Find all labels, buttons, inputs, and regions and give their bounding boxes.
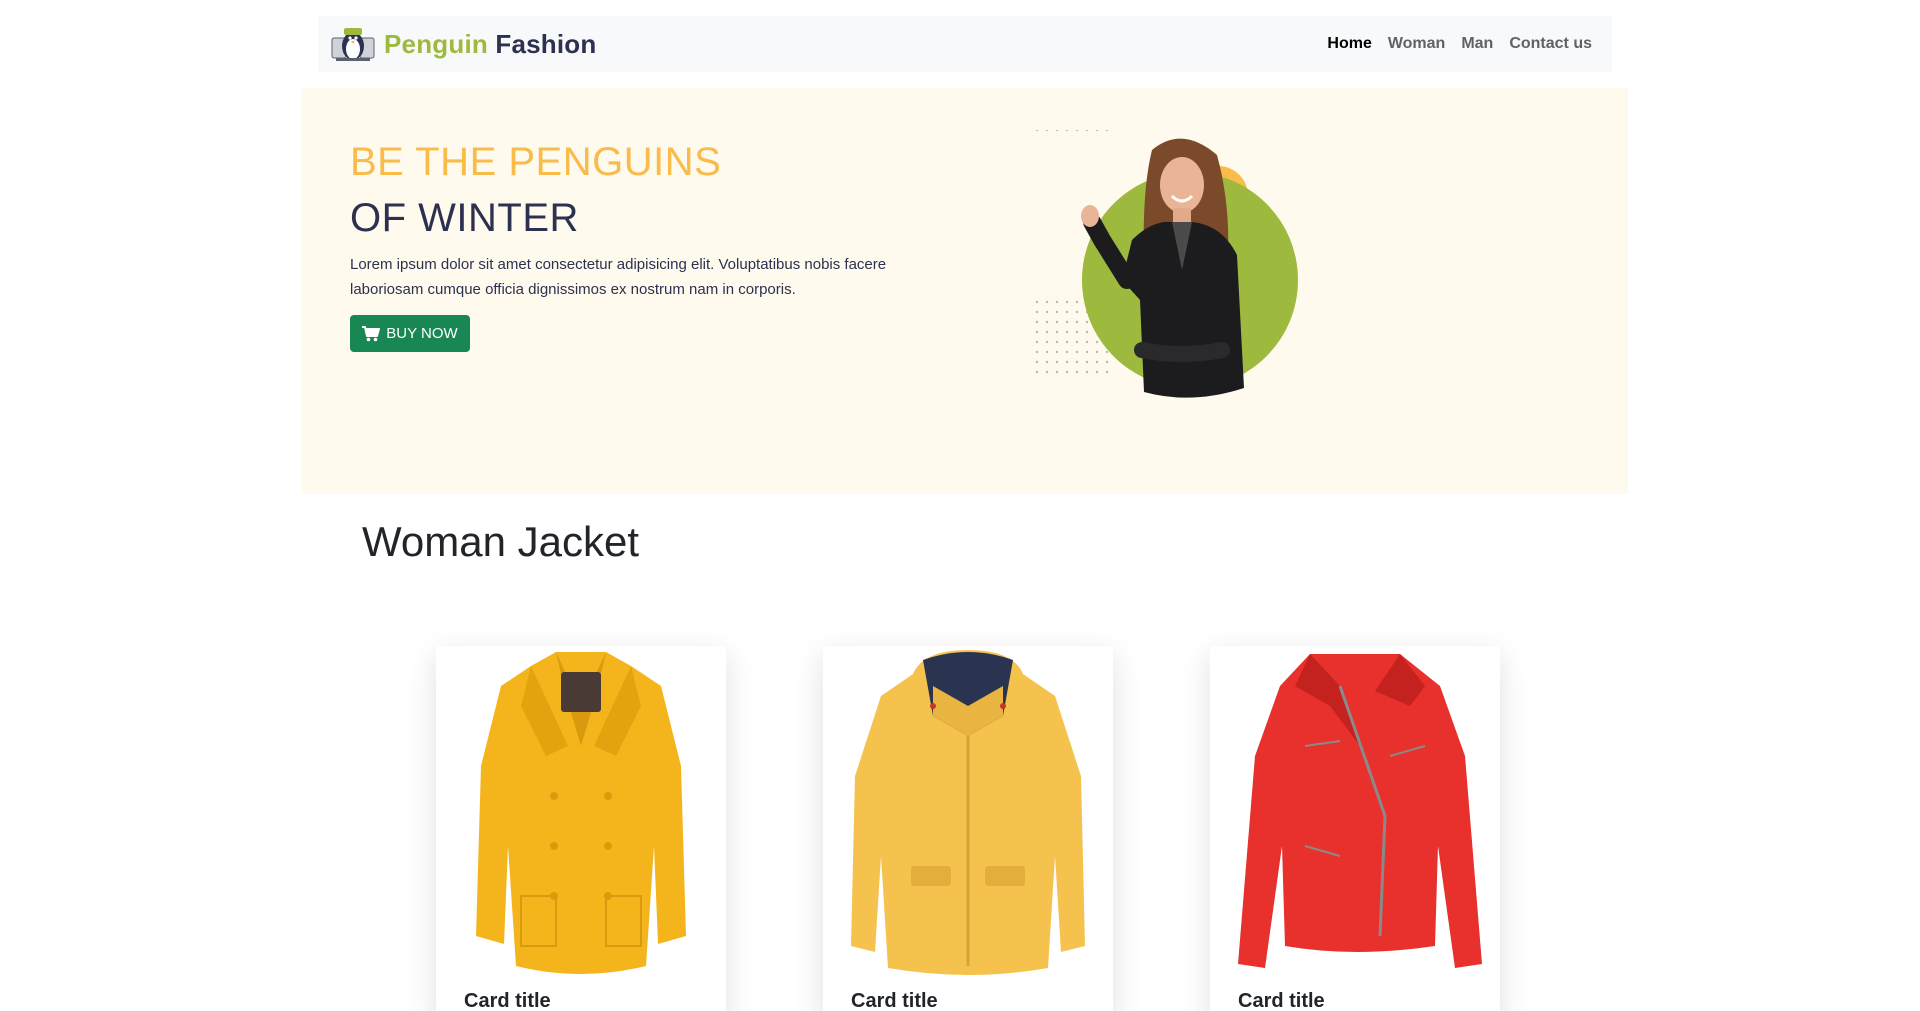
section-title: Woman Jacket	[362, 518, 639, 565]
nav-link-man[interactable]: Man	[1461, 35, 1493, 53]
red-leather-jacket-image	[1238, 654, 1482, 968]
yellow-peacoat-image	[476, 652, 686, 974]
navbar: Penguin Fashion Home Woman Man Contact u…	[318, 16, 1612, 72]
product-card[interactable]: Card title	[1210, 646, 1500, 1011]
card-title: Card title	[851, 990, 938, 1011]
hero-description-line1: Lorem ipsum dolor sit amet consectetur a…	[350, 256, 887, 273]
product-card[interactable]: Card title	[823, 646, 1113, 1011]
hero-banner: BE THE PENGUINS OF WINTER Lorem ipsum do…	[302, 88, 1628, 494]
cart-icon	[362, 325, 381, 341]
hero-description: Lorem ipsum dolor sit amet consectetur a…	[350, 252, 950, 302]
hero-description-line2: laboriosam cumque officia dignissimos ex…	[350, 281, 796, 298]
brand-name-part2: Fashion	[495, 28, 597, 59]
brand-link[interactable]: Penguin Fashion	[330, 24, 596, 64]
penguin-logo-icon	[331, 28, 375, 61]
buy-now-label: BUY NOW	[386, 325, 458, 342]
card-title: Card title	[464, 990, 551, 1011]
hero-title-line2: OF WINTER	[350, 196, 579, 240]
yellow-hooded-jacket-image	[851, 650, 1085, 975]
nav-link-woman[interactable]: Woman	[1388, 35, 1445, 53]
buy-now-button[interactable]: BUY NOW	[350, 315, 470, 352]
product-card[interactable]: Card title	[436, 646, 726, 1011]
hero-woman-image	[1035, 130, 1298, 398]
nav-link-home[interactable]: Home	[1327, 35, 1371, 53]
nav-links: Home Woman Man Contact us	[1327, 35, 1592, 53]
brand-name-part1: Penguin	[384, 28, 488, 59]
hero-title-line1: BE THE PENGUINS	[350, 140, 722, 184]
brand-name: Penguin Fashion	[384, 29, 596, 60]
card-title: Card title	[1238, 990, 1325, 1011]
nav-link-contact[interactable]: Contact us	[1509, 35, 1592, 53]
